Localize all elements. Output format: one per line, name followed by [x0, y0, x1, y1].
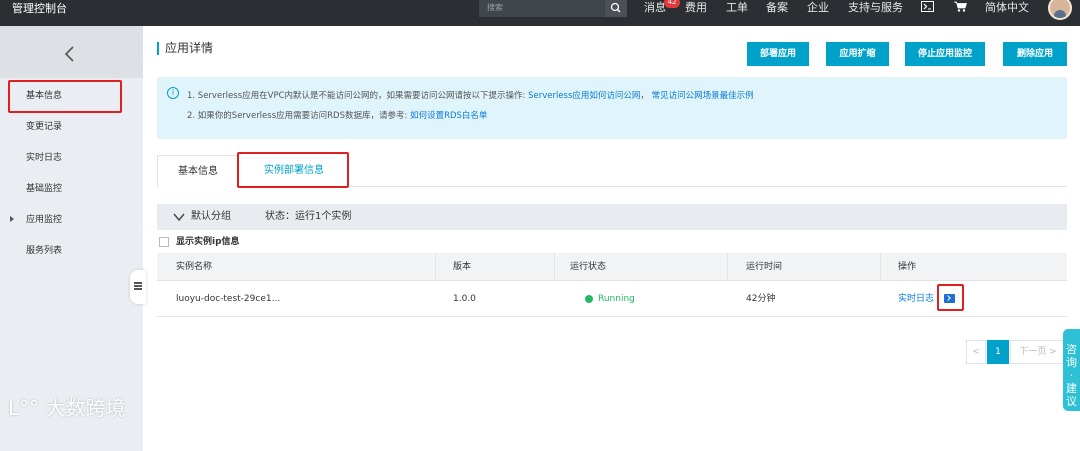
sidebar-collapse-button[interactable]	[0, 26, 143, 78]
nav-messages[interactable]: 消息	[644, 0, 666, 15]
pager-page-1[interactable]: 1	[987, 340, 1009, 364]
highlight-box-tab	[237, 152, 349, 188]
table-row: luoyu-doc-test-29ce1... 1.0.0 Running 42…	[157, 281, 1067, 317]
show-ip-checkbox[interactable]	[159, 237, 169, 247]
watermark-mark-icon: ᒪ°°	[8, 396, 46, 420]
pager-prev[interactable]: <	[966, 340, 986, 364]
instance-name: luoyu-doc-test-29ce1...	[176, 294, 281, 304]
notice-separator: ，	[640, 91, 649, 101]
stop-monitor-button[interactable]: 停止应用监控	[905, 42, 985, 66]
main-content: 应用详情 部署应用 应用扩缩 停止应用监控 删除应用 i 1. Serverle…	[143, 26, 1080, 451]
table-header: 实例名称 版本 运行状态 运行时间 操作	[157, 253, 1067, 281]
col-operations: 操作	[898, 262, 917, 272]
sidebar: 基本信息 变更记录 实时日志 基础监控 应用监控 服务列表	[0, 26, 146, 451]
scale-app-button[interactable]: 应用扩缩	[826, 42, 889, 66]
link-rds-whitelist[interactable]: 如何设置RDS白名单	[410, 111, 487, 121]
consult-char: 询	[1066, 356, 1077, 369]
col-version: 版本	[453, 262, 472, 272]
realtime-log-link[interactable]: 实时日志	[898, 281, 934, 317]
notice-line-1-text: 1. Serverless应用在VPC内默认是不能访问公网的，如果需要访问公网请…	[187, 91, 526, 101]
page-title: 应用详情	[157, 42, 213, 55]
sidebar-item-change-log[interactable]: 变更记录	[26, 121, 62, 133]
show-ip-label: 显示实例ip信息	[176, 237, 240, 247]
col-status: 运行状态	[570, 262, 607, 272]
link-internet-best-practice[interactable]: 常见访问公网场景最佳示例	[652, 91, 754, 101]
top-navigation-bar: 管理控制台 搜索 消息 42 费用 工单 备案 企业 支持与服务 简体中文	[0, 0, 1080, 26]
notice-panel: i 1. Serverless应用在VPC内默认是不能访问公网的，如果需要访问公…	[157, 77, 1067, 139]
notice-line-2: 2. 如果你的Serverless应用需要访问RDS数据库，请参考: 如何设置R…	[187, 110, 487, 122]
notice-line-1: 1. Serverless应用在VPC内默认是不能访问公网的，如果需要访问公网请…	[187, 90, 754, 102]
consult-char: 建	[1066, 382, 1077, 395]
instance-status: Running	[598, 294, 635, 304]
deploy-app-button[interactable]: 部署应用	[747, 42, 809, 66]
user-avatar[interactable]	[1048, 0, 1072, 20]
group-name: 默认分组	[191, 211, 231, 222]
sidebar-item-basic-monitor[interactable]: 基础监控	[26, 183, 62, 195]
nav-support[interactable]: 支持与服务	[848, 0, 903, 15]
col-uptime: 运行时间	[746, 262, 783, 272]
consult-char: 议	[1066, 395, 1077, 408]
instance-version: 1.0.0	[453, 294, 476, 304]
running-status-icon	[585, 295, 593, 303]
pager-next[interactable]: 下一页 >	[1010, 340, 1066, 364]
nav-fees[interactable]: 费用	[685, 0, 707, 15]
terminal-icon[interactable]	[921, 1, 934, 12]
caret-right-icon	[10, 216, 14, 222]
column-divider	[554, 253, 555, 281]
column-divider	[727, 253, 728, 281]
search-box[interactable]: 搜索	[479, 0, 627, 17]
instance-uptime: 42分钟	[746, 294, 776, 304]
nav-filing[interactable]: 备案	[766, 0, 788, 15]
sidebar-item-realtime-log[interactable]: 实时日志	[26, 152, 62, 164]
search-icon	[610, 2, 621, 13]
chevron-left-icon	[64, 46, 74, 62]
link-serverless-internet[interactable]: Serverless应用如何访问公网	[528, 91, 640, 101]
sidebar-item-service-list[interactable]: 服务列表	[26, 245, 62, 257]
col-instance-name: 实例名称	[176, 262, 213, 272]
info-icon: i	[167, 87, 179, 99]
highlight-box-console	[937, 284, 964, 311]
search-button[interactable]	[605, 0, 627, 17]
cart-icon[interactable]	[954, 1, 968, 12]
nav-tickets[interactable]: 工单	[726, 0, 748, 15]
group-status: 状态：运行1个实例	[265, 211, 352, 222]
menu-lines-icon	[134, 282, 142, 290]
sidebar-item-app-monitor[interactable]: 应用监控	[26, 214, 62, 226]
tab-basic-info[interactable]: 基本信息	[157, 155, 239, 187]
column-divider	[880, 253, 881, 281]
column-divider	[435, 253, 436, 281]
nav-enterprise[interactable]: 企业	[807, 0, 829, 15]
search-placeholder: 搜索	[487, 3, 503, 12]
delete-app-button[interactable]: 删除应用	[1003, 42, 1067, 66]
highlight-box-sidebar	[8, 80, 122, 113]
watermark-text: 大数跨境	[45, 396, 126, 420]
group-header[interactable]: 默认分组 状态：运行1个实例	[157, 204, 1067, 230]
watermark-logo: ᒪ°° 大数跨境	[8, 392, 126, 421]
console-brand[interactable]: 管理控制台	[12, 0, 67, 18]
consult-char: ·	[1069, 369, 1074, 382]
consult-feedback-tab[interactable]: 咨 询 · 建 议	[1063, 329, 1080, 411]
chevron-down-icon	[173, 213, 185, 222]
nav-language[interactable]: 简体中文	[985, 0, 1029, 15]
notice-line-2-text: 2. 如果你的Serverless应用需要访问RDS数据库，请参考:	[187, 111, 408, 121]
consult-char: 咨	[1066, 343, 1077, 356]
messages-count-badge: 42	[664, 0, 680, 8]
